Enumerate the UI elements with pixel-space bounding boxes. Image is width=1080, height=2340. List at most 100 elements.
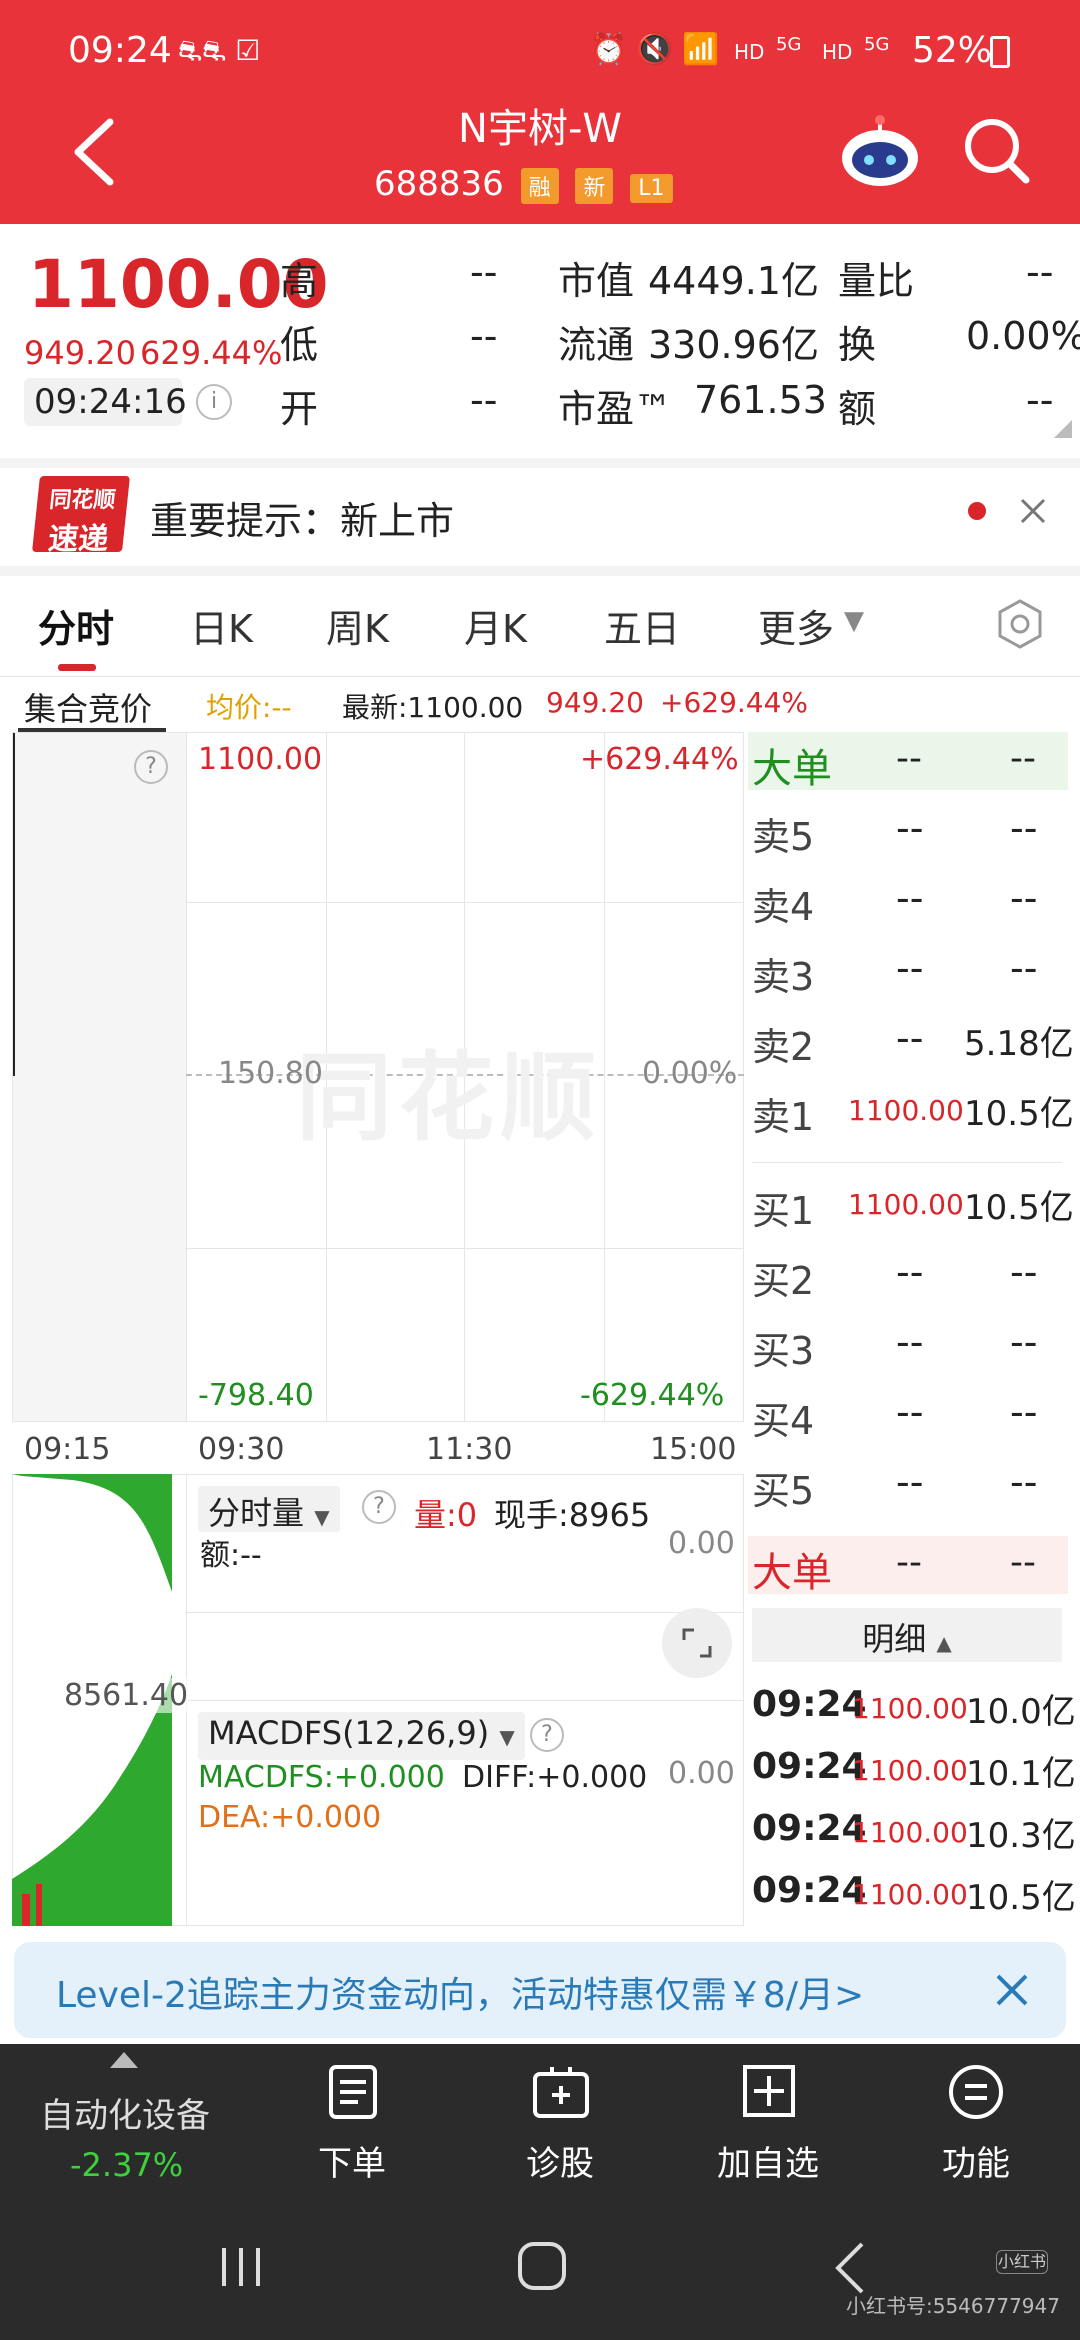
back-arrow-icon[interactable] [70,116,118,188]
sector-name[interactable]: 自动化设备 [40,2088,210,2137]
tab-more[interactable]: 更多 [758,598,834,653]
value-low: -- [470,314,498,358]
label-market-cap: 市值 [558,259,635,303]
wifi-icon: 📶 [682,32,720,67]
stock-code-line: 688836 融 新 L1 [374,164,734,204]
home-icon[interactable] [516,2240,568,2292]
nav-functions-button[interactable]: 功能 [896,2064,1056,2194]
y-label-bottom-pct: -629.44% [580,1378,725,1413]
nav-label: 加自选 [717,2144,819,2184]
tab-five-day[interactable]: 五日 [604,598,680,653]
robot-assistant-icon[interactable] [838,114,922,190]
order-icon [329,2065,377,2119]
fullscreen-button[interactable] [662,1608,732,1678]
bid-row[interactable]: 买4 -- -- [752,1390,1062,1450]
divider [752,1162,1062,1163]
fullscreen-icon [682,1628,712,1658]
volume-selector-label: 分时量 [208,1494,305,1532]
tab-intraday[interactable]: 分时 [38,598,114,653]
hd-label-2: HD [822,40,853,64]
mute-icon: 🔇 [636,32,674,67]
expand-corner-icon[interactable] [1054,420,1072,438]
y-label-mid: 150.80 [218,1056,323,1091]
ask-row[interactable]: 卖2 -- 5.18亿 [752,1016,1074,1076]
app-header: 09:24 ⛐⛐ ☑ ⏰ 🔇 📶 HD 5G HD 5G 52% N宇树-W 6… [0,0,1080,224]
battery-icon [990,36,1010,68]
tag-new: 新 [575,168,614,204]
macd-selector-label: MACDFS(12,26,9) [208,1714,490,1752]
divider [0,566,1080,576]
bid-row[interactable]: 买3 -- -- [752,1320,1062,1380]
recent-apps-icon[interactable] [216,2242,266,2292]
chevron-up-icon[interactable] [110,2052,138,2068]
promo-banner[interactable]: Level-2追踪主力资金动向，活动特惠仅需￥8/月> [14,1942,1066,2038]
volume-selector[interactable]: 分时量 ▼ [198,1486,340,1532]
volume-left-value: 8561.40 [64,1678,189,1713]
nav-label: 下单 [318,2144,386,2184]
tag-margin: 融 [520,168,559,204]
alarm-icon: ⏰ [590,32,628,67]
gridline [604,732,605,1422]
diff-value: DIFF:+0.000 [462,1760,648,1795]
battery-level: 52% [912,30,993,71]
big-order-label: 大单 [752,1550,832,1596]
help-icon[interactable]: ? [530,1718,564,1752]
bid-row[interactable]: 买1 1100.00 10.5亿 [752,1180,1074,1240]
info-change-pct: +629.44% [660,686,809,719]
add-icon [743,2065,795,2117]
label-float-cap: 流通 [558,323,635,367]
tick-row: 09:24 1100.00 10.0亿 [752,1684,1076,1732]
volume-value: 量:0 [414,1496,478,1534]
tab-monthly-k[interactable]: 月K [464,598,527,653]
ask-row[interactable]: 卖5 -- -- [752,806,1062,866]
gridline [186,1248,744,1249]
close-icon[interactable] [1018,496,1048,526]
chevron-up-icon: ▲ [936,1631,952,1655]
detail-header[interactable]: 明细 ▲ [752,1608,1062,1662]
tick-row: 09:24 1100.00 10.5亿 [752,1870,1076,1918]
y-label-top: 1100.00 [198,742,323,777]
nav-diagnose-button[interactable]: 诊股 [480,2064,640,2194]
news-logo: 同花顺 速递 [32,476,130,557]
watermark-text: 小红书号:5546777947 [846,2294,1060,2318]
info-icon[interactable]: i [196,384,232,420]
value-pe: 761.53 [694,378,827,422]
nav-add-watchlist-button[interactable]: 加自选 [688,2064,848,2194]
value-turnover: 0.00% [966,314,1080,358]
back-icon[interactable] [830,2240,870,2296]
volume-axis-value: 0.00 [668,1526,735,1561]
ask-row[interactable]: 卖1 1100.00 10.5亿 [752,1086,1074,1146]
value-high: -- [470,250,498,294]
value-float-cap: 330.96亿 [648,323,819,367]
gridline [186,732,187,1422]
ask-row[interactable]: 卖4 -- -- [752,876,1062,936]
search-icon[interactable] [962,116,1032,186]
y-label-mid-pct: 0.00% [642,1056,738,1091]
value-volume-ratio: -- [1026,250,1054,294]
y-label-bottom: -798.40 [198,1378,314,1413]
label-open: 开 [280,387,319,431]
ask-row[interactable]: 卖3 -- -- [752,946,1062,1006]
help-icon[interactable]: ? [362,1490,396,1524]
bid-row[interactable]: 买5 -- -- [752,1460,1062,1520]
tab-weekly-k[interactable]: 周K [326,598,389,653]
divider [0,676,1080,677]
quote-time: 09:24:16 [24,378,187,426]
label-amount: 额 [838,387,877,431]
nav-order-button[interactable]: 下单 [272,2064,432,2194]
close-icon[interactable] [994,1972,1030,2008]
x-label: 09:15 [24,1432,111,1467]
x-label: 09:30 [198,1432,285,1467]
tab-daily-k[interactable]: 日K [190,598,253,653]
price-change-pct: 629.44% [140,334,283,372]
macd-selector[interactable]: MACDFS(12,26,9) ▼ [198,1712,525,1760]
latest-price: 最新:1100.00 [342,691,524,724]
settings-hex-icon[interactable] [994,598,1046,650]
gridline [186,902,744,903]
label-turnover: 换 [838,323,877,367]
big-order-a: -- [896,1542,922,1583]
notification-icons: ⛐⛐ ☑ [178,34,261,67]
bid-row[interactable]: 买2 -- -- [752,1250,1062,1310]
macdfs-value: MACDFS:+0.000 [198,1760,445,1795]
big-order-b: -- [1010,1542,1036,1583]
